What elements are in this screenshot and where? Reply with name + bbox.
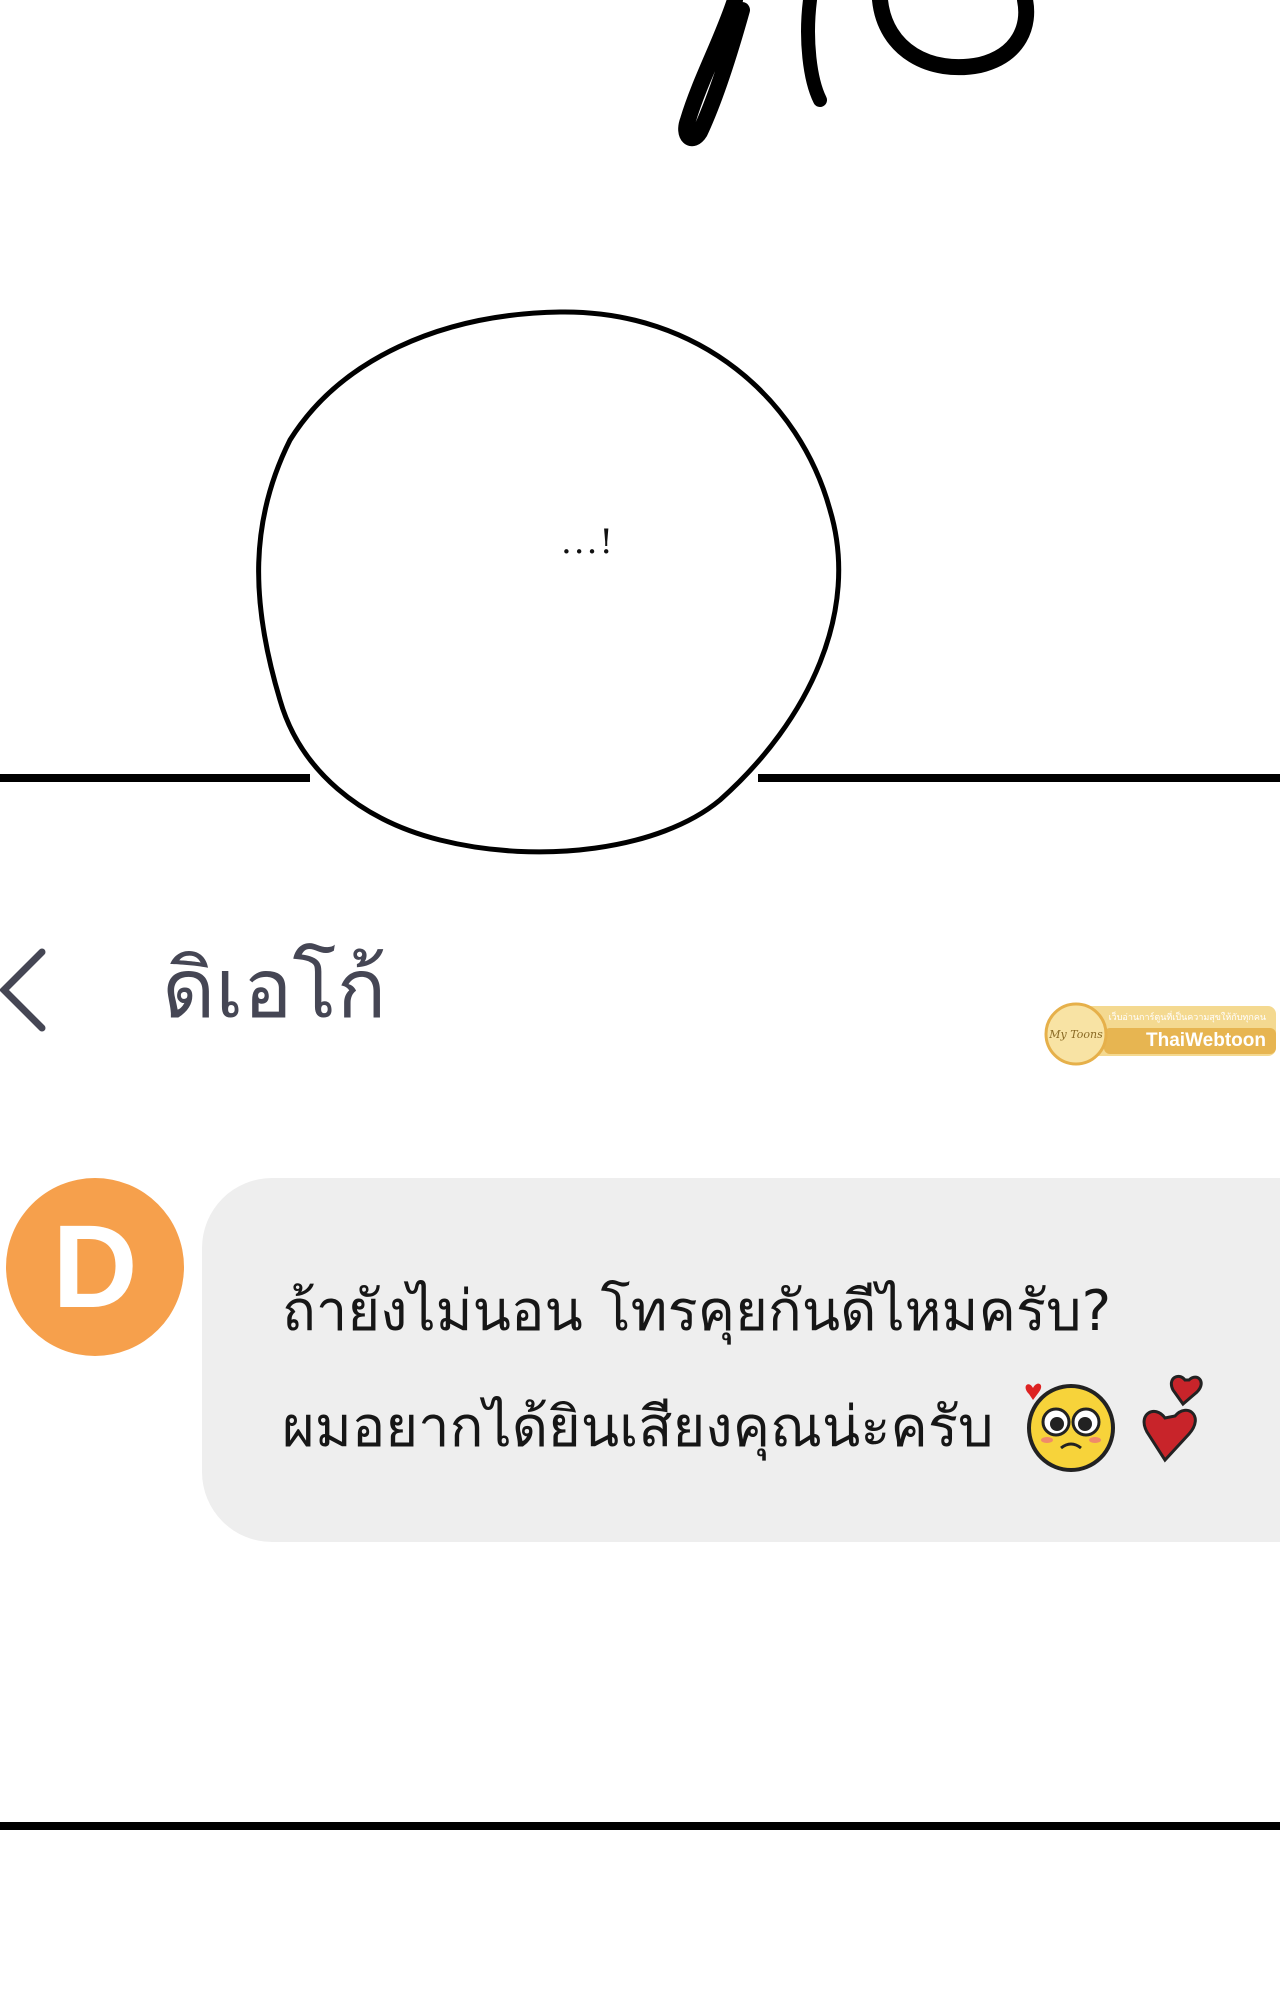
back-button[interactable] <box>0 930 60 1050</box>
watermark-tagline: เว็บอ่านการ์ตูนที่เป็นความสุขให้กับทุกคน <box>1108 1012 1266 1022</box>
avatar: D <box>6 1178 184 1356</box>
contact-name: ดิเอโก้ <box>162 942 387 1037</box>
message-line: ถ้ายังไม่นอน โทรคุยกันดีไหมครับ? <box>282 1279 1112 1344</box>
message-bubble: ถ้ายังไม่นอน โทรคุยกันดีไหมครับ? ผมอยากไ… <box>202 1178 1280 1542</box>
message-line: ผมอยากได้ยินเสียงคุณน่ะครับ <box>282 1374 1209 1488</box>
speech-bubble-text: ...! <box>560 522 616 562</box>
hearts-icon <box>1142 1374 1203 1463</box>
watermark: My Toons เว็บอ่านการ์ตูนที่เป็นความสุขให… <box>1034 1000 1280 1066</box>
watermark-logo-text: My Toons <box>1048 1028 1103 1041</box>
pleading-face-icon <box>1025 1383 1116 1472</box>
message-line-text: ผมอยากได้ยินเสียงคุณน่ะครับ <box>282 1395 994 1461</box>
sfx-scribble <box>801 0 827 107</box>
chevron-left-icon <box>0 948 46 1032</box>
sfx-scribble <box>678 0 750 147</box>
emoji-group <box>1021 1374 1209 1488</box>
sfx-scribble <box>872 0 1035 76</box>
watermark-brand: ThaiWebtoon <box>1146 1030 1266 1051</box>
